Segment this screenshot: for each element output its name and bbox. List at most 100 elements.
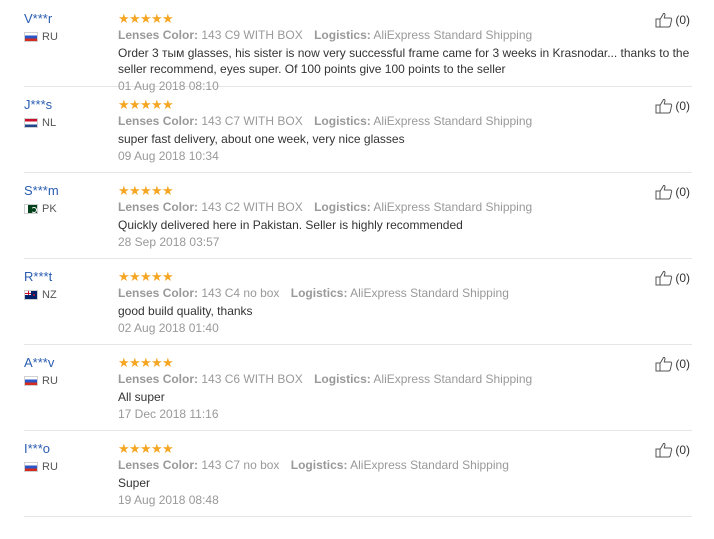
reviewer-name[interactable]: V***r: [24, 11, 114, 27]
helpful-count: (0): [675, 99, 690, 113]
thumbs-up-icon: [655, 184, 673, 200]
star-icon: ★: [129, 182, 141, 198]
color-label: Lenses Color:: [118, 114, 199, 128]
reviewer-country: NL: [24, 117, 114, 129]
star-rating: ★ ★ ★ ★ ★: [118, 11, 698, 25]
star-icon: ★: [118, 96, 130, 112]
reviewer-country: RU: [24, 461, 114, 473]
helpful-count: (0): [675, 185, 690, 199]
star-icon: ★: [162, 10, 174, 26]
review-body: ★ ★ ★ ★ ★ Lenses Color: 143 C7 no box Logist…: [118, 441, 698, 508]
star-icon: ★: [151, 96, 163, 112]
review-comment: super fast delivery, about one week, ver…: [118, 132, 405, 146]
star-icon: ★: [140, 268, 152, 284]
reviewer-info: J***s NL: [24, 97, 114, 129]
color-value: 143 C6 WITH BOX: [201, 372, 303, 386]
star-rating: ★ ★ ★ ★ ★: [118, 269, 698, 283]
star-icon: ★: [118, 10, 130, 26]
reviewer-country: PK: [24, 203, 114, 215]
country-flag-icon: [24, 118, 38, 128]
star-icon: ★: [162, 440, 174, 456]
review-meta: Lenses Color: 143 C2 WITH BOX Logistics:…: [118, 199, 698, 215]
review-item: S***m PK ★ ★ ★ ★ ★ Lenses Color: 143 C2 WITH…: [24, 172, 692, 259]
star-icon: ★: [151, 440, 163, 456]
color-label: Lenses Color:: [118, 28, 199, 42]
logistics-label: Logistics:: [314, 372, 371, 386]
helpful-count: (0): [675, 357, 690, 371]
logistics-label: Logistics:: [290, 458, 348, 472]
star-icon: ★: [118, 268, 130, 284]
reviewer-name[interactable]: I***o: [24, 441, 114, 457]
reviewer-info: S***m PK: [24, 183, 114, 215]
color-value: 143 C2 WITH BOX: [201, 200, 303, 214]
color-value: 143 C7 no box: [201, 458, 280, 472]
review-date: 17 Dec 2018 11:16: [118, 407, 219, 421]
review-meta: Lenses Color: 143 C4 no box Logistics: A…: [118, 285, 698, 301]
star-icon: ★: [140, 96, 152, 112]
logistics-value: AliExpress Standard Shipping: [373, 200, 533, 214]
country-flag-icon: [24, 462, 38, 472]
helpful-button[interactable]: (0): [655, 442, 690, 458]
review-date: 02 Aug 2018 01:40: [118, 321, 219, 335]
star-icon: ★: [151, 10, 163, 26]
country-code: RU: [42, 461, 58, 473]
reviewer-name[interactable]: R***t: [24, 269, 114, 285]
review-body: ★ ★ ★ ★ ★ Lenses Color: 143 C4 no box Logist…: [118, 269, 698, 336]
review-item: A***v RU ★ ★ ★ ★ ★ Lenses Color: 143 C6 WITH…: [24, 344, 692, 431]
star-icon: ★: [129, 10, 141, 26]
reviewer-info: I***o RU: [24, 441, 114, 473]
country-code: PK: [42, 203, 57, 215]
reviewer-country: RU: [24, 31, 114, 43]
review-body: ★ ★ ★ ★ ★ Lenses Color: 143 C7 WITH BOX Logi…: [118, 97, 698, 164]
star-rating: ★ ★ ★ ★ ★: [118, 441, 698, 455]
reviewer-country: NZ: [24, 289, 114, 301]
reviewer-name[interactable]: A***v: [24, 355, 114, 371]
star-icon: ★: [129, 268, 141, 284]
review-comment: Quickly delivered here in Pakistan. Sell…: [118, 218, 463, 232]
star-icon: ★: [129, 440, 141, 456]
star-rating: ★ ★ ★ ★ ★: [118, 183, 698, 197]
logistics-label: Logistics:: [314, 28, 371, 42]
country-flag-icon: [24, 204, 38, 214]
review-item: R***t NZ ★ ★ ★ ★ ★ Lenses Color: 143 C4 no b…: [24, 258, 692, 345]
country-flag-icon: [24, 290, 38, 300]
reviewer-info: R***t NZ: [24, 269, 114, 301]
country-code: RU: [42, 375, 58, 387]
star-icon: ★: [118, 182, 130, 198]
star-icon: ★: [129, 96, 141, 112]
helpful-button[interactable]: (0): [655, 184, 690, 200]
thumbs-up-icon: [655, 12, 673, 28]
country-code: NZ: [42, 289, 57, 301]
helpful-count: (0): [675, 13, 690, 27]
review-comment: Super: [118, 476, 151, 490]
logistics-value: AliExpress Standard Shipping: [373, 372, 533, 386]
reviewer-name[interactable]: S***m: [24, 183, 114, 199]
helpful-button[interactable]: (0): [655, 98, 690, 114]
logistics-label: Logistics:: [314, 114, 371, 128]
reviewer-info: V***r RU: [24, 11, 114, 43]
star-icon: ★: [151, 354, 163, 370]
review-body: ★ ★ ★ ★ ★ Lenses Color: 143 C6 WITH BOX Logi…: [118, 355, 698, 422]
helpful-button[interactable]: (0): [655, 270, 690, 286]
logistics-value: AliExpress Standard Shipping: [373, 28, 533, 42]
country-flag-icon: [24, 376, 38, 386]
thumbs-up-icon: [655, 442, 673, 458]
helpful-button[interactable]: (0): [655, 12, 690, 28]
color-value: 143 C9 WITH BOX: [201, 28, 303, 42]
color-label: Lenses Color:: [118, 372, 199, 386]
star-icon: ★: [162, 96, 174, 112]
star-icon: ★: [162, 268, 174, 284]
reviewer-info: A***v RU: [24, 355, 114, 387]
reviewer-name[interactable]: J***s: [24, 97, 114, 113]
review-item: V***r RU ★ ★ ★ ★ ★ Lenses Color: 143 C9 WITH…: [24, 0, 692, 93]
star-icon: ★: [151, 268, 163, 284]
logistics-value: AliExpress Standard Shipping: [350, 286, 509, 300]
star-icon: ★: [140, 182, 152, 198]
logistics-label: Logistics:: [290, 286, 348, 300]
star-rating: ★ ★ ★ ★ ★: [118, 355, 698, 369]
helpful-button[interactable]: (0): [655, 356, 690, 372]
review-comment: good build quality, thanks: [118, 304, 253, 318]
thumbs-up-icon: [655, 270, 673, 286]
star-icon: ★: [140, 354, 152, 370]
review-comment: All super: [118, 390, 165, 404]
